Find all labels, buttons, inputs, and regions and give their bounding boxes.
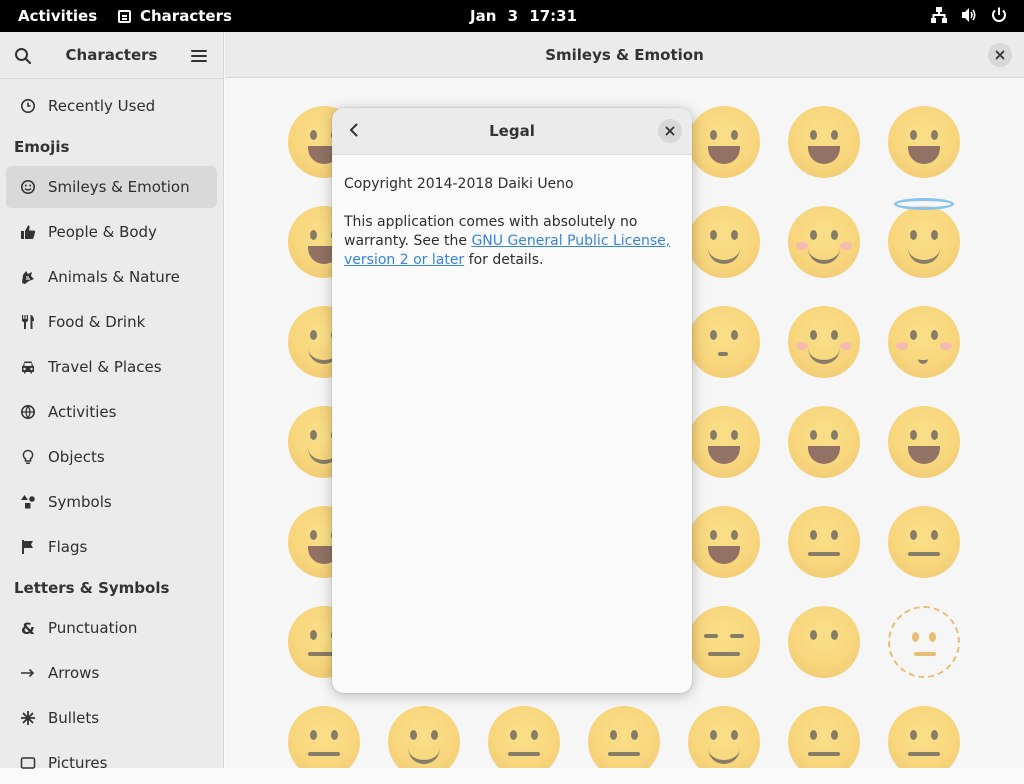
dialog-header: Legal [332, 108, 692, 155]
sidebar-item-objects[interactable]: Objects [6, 436, 217, 478]
sidebar-item-animals-nature[interactable]: Animals & Nature [6, 256, 217, 298]
sidebar-item-label: Activities [48, 403, 117, 421]
system-tray[interactable] [930, 6, 1008, 24]
date: Jan 3 [470, 7, 519, 25]
bullet-icon [20, 710, 36, 726]
section-letters-symbols: Letters & Symbols [14, 579, 170, 597]
sidebar: Characters Recently Used Emojis Smileys … [0, 32, 224, 772]
sidebar-item-label: Symbols [48, 493, 112, 511]
flag-icon [20, 539, 36, 555]
sidebar-header: Characters [0, 32, 223, 79]
arrow-icon [20, 665, 36, 681]
close-icon [665, 126, 675, 136]
sidebar-item-label: Objects [48, 448, 105, 466]
sidebar-item-food-drink[interactable]: Food & Drink [6, 301, 217, 343]
bulb-icon [20, 449, 36, 465]
see-the-text: See the [413, 233, 467, 249]
activities-button[interactable]: Activities [18, 7, 97, 25]
for-details-text: for details. [468, 252, 544, 268]
sidebar-item-symbols[interactable]: Symbols [6, 481, 217, 523]
sidebar-item-smileys-emotion[interactable]: Smileys & Emotion [6, 166, 217, 208]
legal-dialog: Legal Copyright 2014-2018 Daiki Ueno Thi… [332, 108, 692, 693]
app-name: Characters [140, 7, 232, 25]
sidebar-item-label: Arrows [48, 664, 100, 682]
thumbs-up-icon [20, 224, 36, 240]
warranty-paragraph: This application comes with absolutely n… [344, 213, 680, 270]
power-icon[interactable] [990, 6, 1008, 24]
network-icon[interactable] [930, 6, 948, 24]
section-emojis: Emojis [14, 138, 70, 156]
dialog-body: Copyright 2014-2018 Daiki Ueno This appl… [332, 155, 692, 309]
copyright-text: Copyright 2014-2018 Daiki Ueno [344, 176, 574, 192]
sidebar-item-bullets[interactable]: Bullets [6, 697, 217, 739]
cutlery-icon [20, 314, 36, 330]
sidebar-item-pictures[interactable]: Pictures [6, 742, 217, 784]
sidebar-item-travel-places[interactable]: Travel & Places [6, 346, 217, 388]
window-close-button[interactable] [988, 43, 1012, 67]
sidebar-item-label: Bullets [48, 709, 100, 727]
sidebar-item-label: People & Body [48, 223, 157, 241]
sidebar-item-label: Punctuation [48, 619, 138, 637]
top-bar: Activities Characters Jan 3 17:31 [0, 0, 1024, 32]
car-icon [20, 359, 36, 375]
ampersand-icon: & [21, 618, 35, 638]
picture-icon [20, 755, 36, 771]
ball-icon [20, 404, 36, 420]
sidebar-title: Characters [65, 46, 158, 64]
shapes-icon [20, 494, 36, 510]
category-title: Smileys & Emotion [545, 46, 704, 64]
app-menu[interactable]: Characters [118, 7, 232, 25]
sidebar-item-arrows[interactable]: Arrows [6, 652, 217, 694]
smiley-icon [20, 179, 36, 195]
volume-icon[interactable] [960, 6, 978, 24]
sidebar-item-label: Food & Drink [48, 313, 146, 331]
sidebar-item-punctuation[interactable]: & Punctuation [6, 607, 217, 649]
time: 17:31 [529, 7, 578, 25]
sidebar-item-label: Flags [48, 538, 88, 556]
clock-icon [20, 98, 36, 114]
dialog-close-button[interactable] [658, 119, 682, 143]
sidebar-item-flags[interactable]: Flags [6, 526, 217, 568]
main-header: Smileys & Emotion [225, 32, 1024, 78]
sidebar-item-label: Smileys & Emotion [48, 178, 190, 196]
close-icon [995, 50, 1005, 60]
hamburger-menu-icon[interactable] [191, 48, 207, 67]
characters-app-icon [118, 9, 131, 23]
clock[interactable]: Jan 3 17:31 [470, 7, 577, 25]
sidebar-item-people-body[interactable]: People & Body [6, 211, 217, 253]
sidebar-item-activities[interactable]: Activities [6, 391, 217, 433]
sidebar-item-label: Recently Used [48, 97, 156, 115]
sidebar-item-recently-used[interactable]: Recently Used [6, 85, 217, 127]
sidebar-item-label: Animals & Nature [48, 268, 180, 286]
paw-icon [20, 269, 36, 285]
sidebar-item-label: Pictures [48, 754, 108, 772]
sidebar-item-label: Travel & Places [48, 358, 162, 376]
dialog-title: Legal [489, 122, 535, 140]
